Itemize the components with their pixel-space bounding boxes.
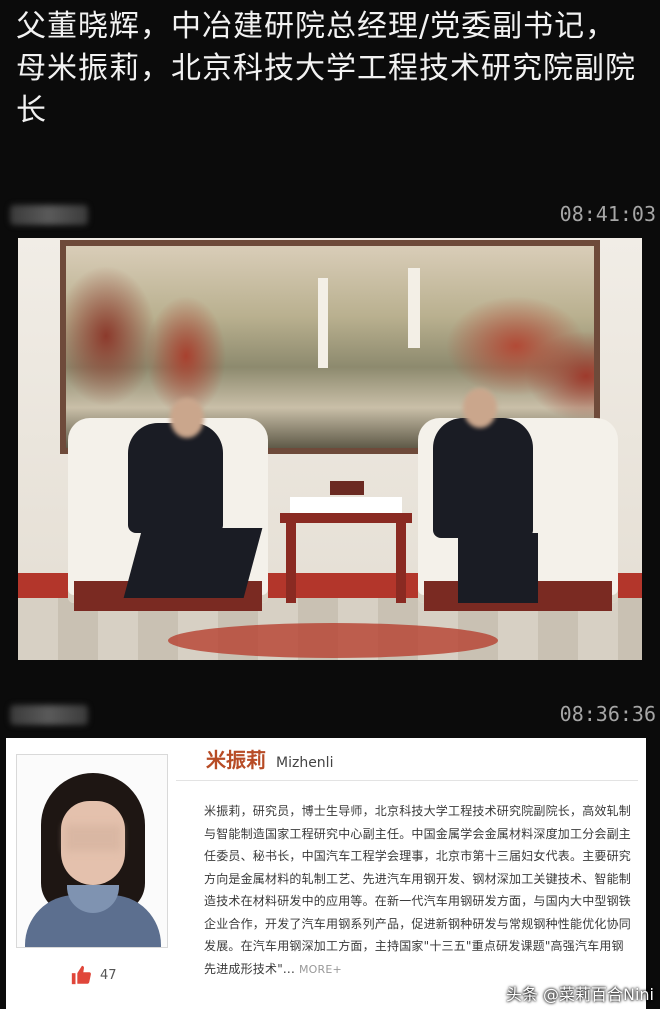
blurred-sender-name bbox=[10, 705, 88, 725]
rug bbox=[168, 623, 498, 658]
source-watermark: 头条 @菜莉百合Nini bbox=[505, 985, 654, 1004]
person-left-legs bbox=[123, 528, 263, 598]
profile-bio-text: 米振莉，研究员，博士生导师，北京科技大学工程技术研究院副院长，高效轧制与智能制造… bbox=[204, 804, 632, 976]
side-table bbox=[280, 481, 412, 603]
painting-waterfall bbox=[408, 268, 420, 348]
profile-name-row: 米振莉 Mizhenli bbox=[206, 744, 333, 773]
profile-portrait[interactable] bbox=[16, 754, 168, 948]
profile-card: 47 米振莉 Mizhenli 米振莉，研究员，博士生导师，北京科技大学工程技术… bbox=[6, 738, 646, 1009]
profile-name-cn: 米振莉 bbox=[206, 748, 266, 772]
person-right-legs bbox=[458, 533, 538, 603]
caption-text: 父董晓辉，中冶建研院总经理/党委副书记，母米振莉，北京科技大学工程技术研究院副院… bbox=[16, 9, 636, 128]
meeting-photo[interactable] bbox=[18, 238, 642, 660]
blurred-face bbox=[463, 388, 497, 428]
message-timestamp: 08:41:03 bbox=[559, 202, 656, 226]
divider bbox=[176, 780, 638, 781]
message-header: 08:41:03 bbox=[0, 202, 660, 228]
painting-waterfall bbox=[318, 278, 328, 368]
like-button[interactable]: 47 bbox=[70, 964, 117, 986]
message-timestamp: 08:36:36 bbox=[559, 702, 656, 726]
blurred-face bbox=[170, 398, 204, 438]
like-count: 47 bbox=[100, 967, 117, 983]
blurred-sender-name bbox=[10, 205, 88, 225]
profile-name-en: Mizhenli bbox=[276, 755, 334, 771]
blurred-face bbox=[65, 825, 121, 851]
person-right bbox=[433, 418, 533, 538]
profile-bio: 米振莉，研究员，博士生导师，北京科技大学工程技术研究院副院长，高效轧制与智能制造… bbox=[204, 800, 634, 981]
person-left bbox=[128, 423, 223, 533]
thumbs-up-icon bbox=[71, 965, 91, 985]
more-link[interactable]: MORE+ bbox=[299, 963, 342, 976]
message-header: 08:36:36 bbox=[0, 702, 660, 728]
